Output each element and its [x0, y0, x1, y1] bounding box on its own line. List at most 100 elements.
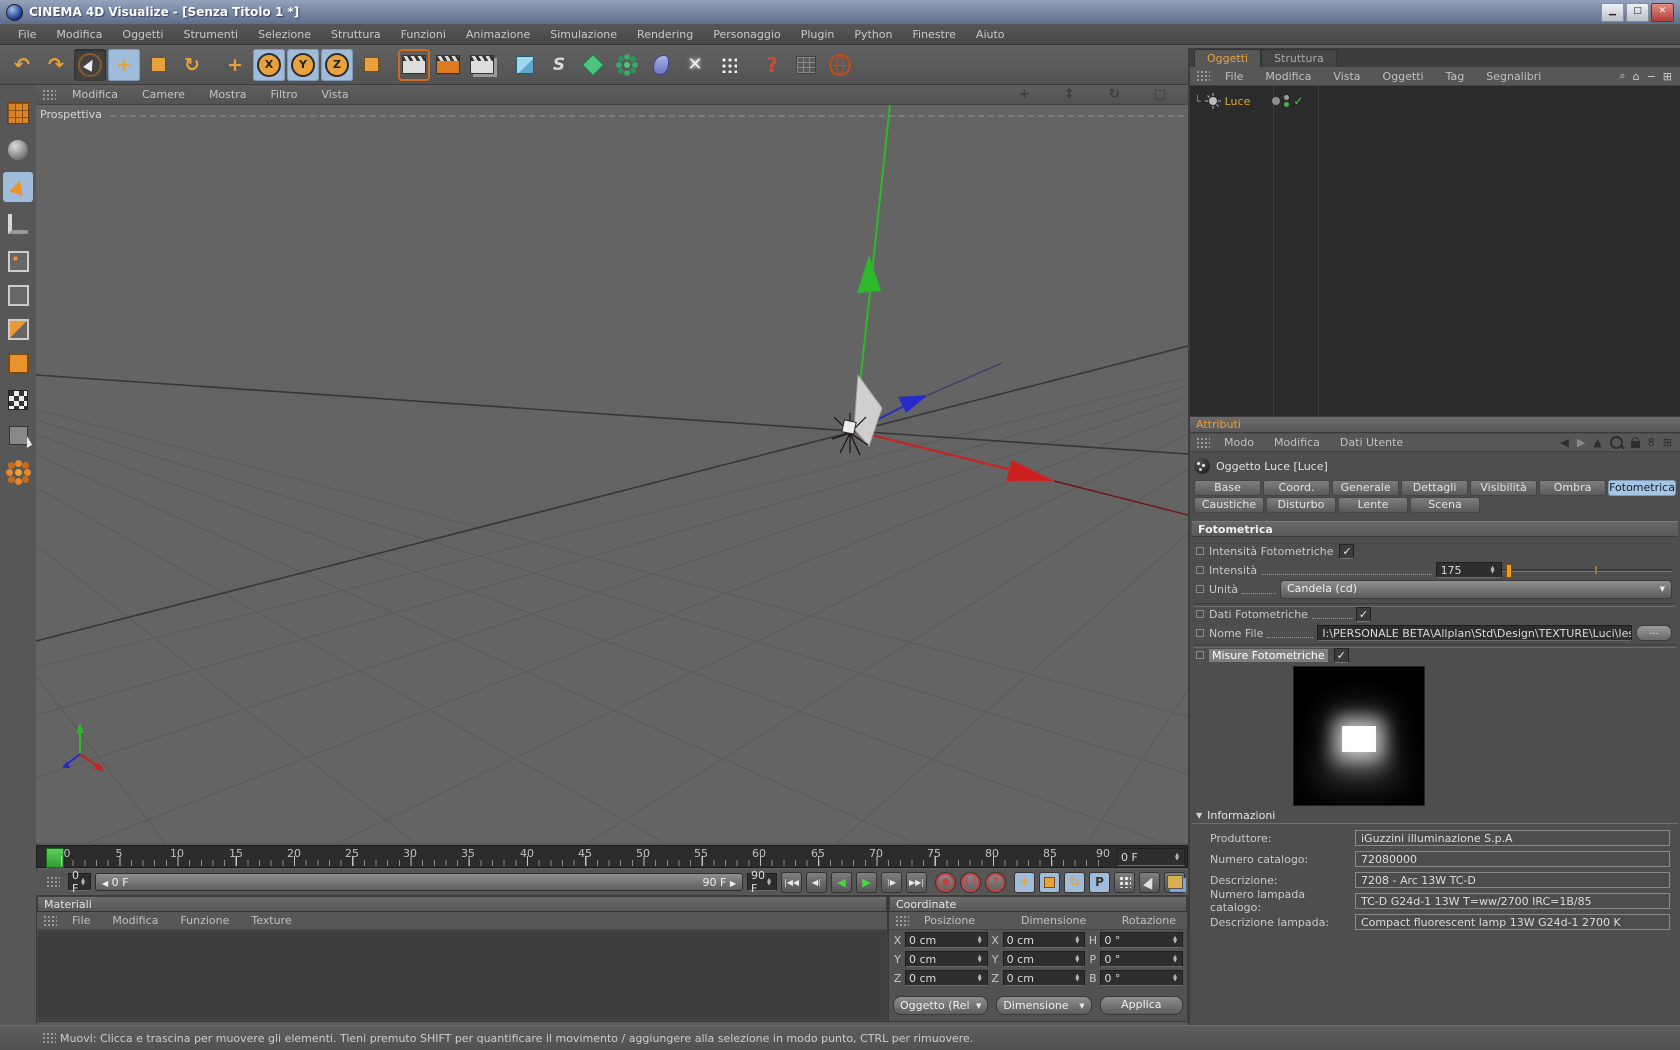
materials-title[interactable]: Materiali — [37, 896, 887, 912]
panel-grip-icon[interactable] — [42, 1032, 56, 1044]
tab-scena[interactable]: Scena — [1410, 497, 1480, 513]
tab-visibilita[interactable]: Visibilità — [1470, 480, 1538, 496]
om-menu-oggetti[interactable]: Oggetti — [1372, 70, 1435, 83]
panel-grip-icon[interactable] — [42, 88, 56, 101]
collapse-all-icon[interactable]: − — [1647, 70, 1656, 83]
descrizione-value[interactable]: 7208 - Arc 13W TC-D — [1355, 872, 1670, 888]
collapse-triangle-icon[interactable]: ▼ — [1196, 811, 1202, 820]
panel-grip-icon[interactable] — [43, 914, 57, 927]
nome-file-field[interactable]: I:\PERSONALE BETA\Allplan\Std\Design\TEX… — [1317, 625, 1632, 641]
menu-finestre[interactable]: Finestre — [903, 28, 966, 41]
intensita-field[interactable]: 175 ▲ ▼ — [1435, 562, 1502, 578]
key-parameter-toggle-icon[interactable]: P — [1089, 871, 1110, 893]
panel-grip-icon[interactable] — [1196, 436, 1210, 449]
edge-mode-icon[interactable] — [3, 280, 33, 310]
slider-handle[interactable] — [1505, 564, 1512, 578]
menu-plugin[interactable]: Plugin — [791, 28, 845, 41]
enabled-check-icon[interactable]: ✓ — [1293, 94, 1303, 108]
history-back-icon[interactable]: ◀ — [1560, 436, 1568, 449]
coord-size-dropdown[interactable]: Dimensione ▼ — [996, 996, 1092, 1015]
home-icon[interactable]: ⌂ — [1633, 70, 1640, 83]
key-pla-icon[interactable] — [1114, 871, 1135, 893]
object-row-luce[interactable]: └ Luce ✓ — [1194, 92, 1680, 110]
attr-menu-modifica[interactable]: Modifica — [1264, 436, 1330, 449]
coord-mode-dropdown[interactable]: Oggetto (Rel ▼ — [893, 996, 989, 1015]
add-environment-icon[interactable]: ✕ — [679, 49, 711, 81]
menu-animazione[interactable]: Animazione — [456, 28, 540, 41]
add-particles-icon[interactable] — [713, 49, 745, 81]
key-rotation-toggle-icon[interactable]: ↻ — [1064, 871, 1085, 893]
panel-grip-icon[interactable] — [46, 876, 60, 888]
command-manager-icon[interactable] — [790, 49, 822, 81]
attr-menu-modo[interactable]: Modo — [1214, 436, 1264, 449]
vp-menu-modifica[interactable]: Modifica — [60, 88, 130, 101]
help-icon[interactable]: ? — [756, 49, 788, 81]
descrizione-lampada-value[interactable]: Compact fluorescent lamp 13W G24d-1 2700… — [1355, 914, 1670, 930]
vp-menu-filtro[interactable]: Filtro — [258, 88, 309, 101]
ruler-frame-spinner[interactable]: 0 F ▲ ▼ — [1117, 848, 1185, 866]
add-array-icon[interactable] — [611, 49, 643, 81]
browse-file-button[interactable]: ... — [1636, 625, 1672, 641]
next-key-button[interactable]: )▶ — [881, 871, 902, 893]
lock-y-axis-icon[interactable]: Y — [287, 48, 319, 81]
intensita-slider[interactable] — [1501, 563, 1673, 578]
anim-dot-icon[interactable] — [1196, 651, 1204, 659]
object-list[interactable]: └ Luce ✓ — [1190, 86, 1680, 428]
anim-dot-icon[interactable] — [1196, 629, 1204, 637]
attr-menu-dati-utente[interactable]: Dati Utente — [1330, 436, 1413, 449]
coordinate-system-icon[interactable] — [355, 49, 387, 81]
om-menu-modifica[interactable]: Modifica — [1254, 70, 1322, 83]
size-x-field[interactable]: 0 cm ▲ ▼ — [1002, 932, 1086, 948]
numero-lampada-value[interactable]: TC-D G24d-1 13W T=ww/2700 IRC=1B/85 — [1355, 893, 1670, 909]
redo-icon[interactable]: ↷ — [40, 49, 72, 81]
history-forward-icon[interactable]: ▶ — [1577, 436, 1585, 449]
intensita-fotometriche-checkbox[interactable]: ✓ — [1339, 543, 1355, 559]
layer-browser-icon[interactable] — [1164, 871, 1185, 893]
object-name[interactable]: Luce — [1225, 95, 1251, 108]
live-selection-icon[interactable] — [74, 48, 106, 81]
mat-menu-file[interactable]: File — [61, 914, 101, 927]
render-queue-icon[interactable] — [466, 49, 498, 81]
menu-rendering[interactable]: Rendering — [627, 28, 703, 41]
rot-h-field[interactable]: 0 ° ▲ ▼ — [1100, 932, 1184, 948]
new-window-icon[interactable]: ⊞ — [1663, 436, 1672, 449]
add-spline-icon[interactable]: S — [543, 49, 575, 81]
sculpt-mode-icon[interactable] — [3, 135, 33, 165]
menu-modifica[interactable]: Modifica — [46, 28, 112, 41]
menu-personaggio[interactable]: Personaggio — [703, 28, 790, 41]
last-tool-icon[interactable]: + — [219, 49, 251, 81]
end-frame-spinner[interactable]: 90 F ▲ ▼ — [747, 869, 777, 895]
panel-grip-icon[interactable] — [1196, 70, 1210, 82]
informazioni-header[interactable]: ▼ Informazioni — [1192, 808, 1678, 824]
om-menu-segnalibri[interactable]: Segnalibri — [1475, 70, 1552, 83]
apply-button[interactable]: Applica — [1099, 996, 1183, 1015]
add-generator-icon[interactable] — [577, 49, 609, 81]
record-keyframe-icon[interactable]: ● — [935, 871, 956, 893]
history-list-icon[interactable]: 8 — [1648, 436, 1655, 449]
axis-edit-mode-icon[interactable] — [3, 209, 33, 239]
texture-mode-icon[interactable] — [3, 385, 33, 415]
tab-caustiche[interactable]: Caustiche — [1194, 497, 1264, 513]
scale-tool-icon[interactable] — [142, 49, 174, 81]
tab-lente[interactable]: Lente — [1338, 497, 1408, 513]
tab-dettagli[interactable]: Dettagli — [1401, 480, 1469, 496]
play-backward-button[interactable]: ◀ — [831, 871, 852, 893]
mat-menu-texture[interactable]: Texture — [240, 914, 302, 927]
polygon-mode-icon[interactable] — [3, 314, 33, 344]
keyframe-selection-icon[interactable]: ? — [985, 871, 1006, 893]
tab-coord[interactable]: Coord. — [1263, 480, 1331, 496]
vp-menu-vista[interactable]: Vista — [309, 88, 360, 101]
mat-menu-modifica[interactable]: Modifica — [101, 914, 169, 927]
point-mode-icon[interactable] — [3, 246, 33, 276]
viewport-zoom-icon[interactable]: ↕ — [1052, 87, 1087, 102]
mat-menu-funzione[interactable]: Funzione — [169, 914, 240, 927]
coordinate-title[interactable]: Coordinate — [889, 896, 1187, 912]
current-frame-spinner[interactable]: 0 F ▲ ▼ — [68, 869, 91, 895]
materials-list-area[interactable] — [38, 931, 886, 1020]
render-settings-icon[interactable] — [432, 49, 464, 81]
parent-object-icon[interactable]: ▲ — [1593, 436, 1601, 449]
vp-menu-camere[interactable]: Camere — [130, 88, 197, 101]
menu-strumenti[interactable]: Strumenti — [173, 28, 248, 41]
preview-range-slider[interactable]: ◀ 0 F 90 F ▶ — [95, 873, 743, 891]
viewport-canvas[interactable]: Prospettiva — [36, 105, 1188, 843]
